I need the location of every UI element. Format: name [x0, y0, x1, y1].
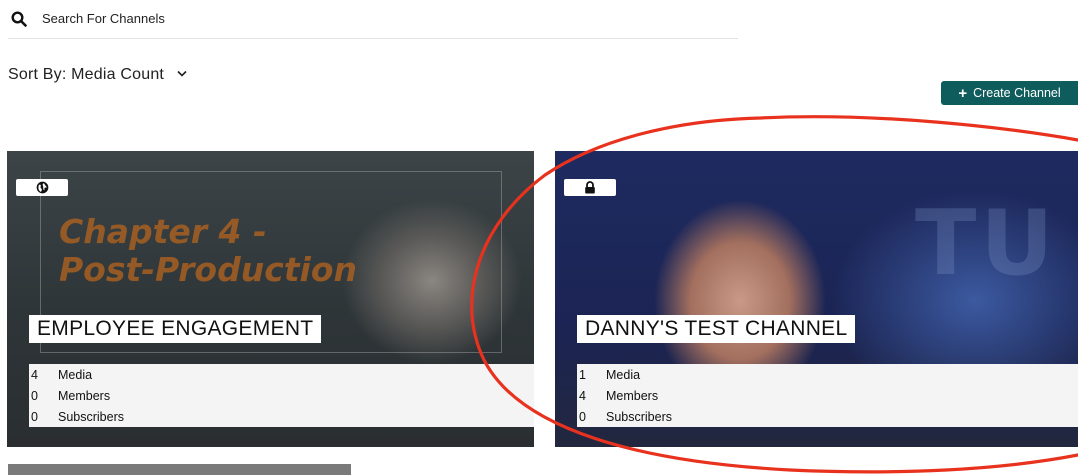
- channel-stats: 4 Media 0 Members 0 Subscribers: [29, 364, 534, 427]
- stat-count: 0: [31, 389, 38, 403]
- stat-count: 4: [579, 389, 586, 403]
- stat-media: 4 Media: [29, 364, 534, 385]
- stat-count: 0: [31, 410, 38, 424]
- stat-label: Media: [58, 368, 93, 382]
- channel-card[interactable]: TU DANNY'S TEST CHANNEL 1 Media 4 Member…: [555, 151, 1078, 447]
- plus-icon: +: [958, 84, 968, 102]
- stat-label: Members: [606, 389, 659, 403]
- stat-media: 1 Media: [577, 364, 1078, 385]
- stat-members: 0 Members: [29, 385, 534, 406]
- channel-stats: 1 Media 4 Members 0 Subscribers: [577, 364, 1078, 427]
- stat-count: 1: [579, 368, 586, 382]
- stat-members: 4 Members: [577, 385, 1078, 406]
- stat-subscribers: 0 Subscribers: [29, 406, 534, 427]
- thumbnail-backdrop: TU: [915, 191, 1058, 296]
- lock-icon: [585, 181, 595, 194]
- sort-label: Sort By: Media Count: [8, 66, 165, 83]
- stat-label: Media: [606, 368, 641, 382]
- sort-dropdown[interactable]: Sort By: Media Count: [8, 66, 187, 84]
- stat-label: Subscribers: [58, 410, 124, 424]
- create-channel-label: Create Channel: [973, 86, 1061, 100]
- channel-title[interactable]: EMPLOYEE ENGAGEMENT: [29, 315, 322, 343]
- channel-card-partial[interactable]: [8, 464, 351, 475]
- chevron-down-icon: [177, 70, 187, 77]
- channel-card[interactable]: Chapter 4 - Post-Production EMPLOYEE ENG…: [7, 151, 534, 447]
- stat-count: 4: [31, 368, 38, 382]
- channel-title[interactable]: DANNY'S TEST CHANNEL: [577, 315, 856, 343]
- stat-count: 0: [579, 410, 586, 424]
- search-bar: [8, 0, 738, 39]
- create-channel-button[interactable]: + Create Channel: [941, 81, 1078, 105]
- thumbnail-text: Chapter 4 - Post-Production: [59, 212, 358, 289]
- privacy-badge: [16, 179, 68, 196]
- search-input[interactable]: [42, 8, 642, 28]
- globe-icon: [36, 181, 48, 194]
- stat-label: Members: [58, 389, 111, 403]
- privacy-badge: [564, 179, 616, 196]
- search-icon[interactable]: [11, 11, 27, 27]
- stat-subscribers: 0 Subscribers: [577, 406, 1078, 427]
- stat-label: Subscribers: [606, 410, 672, 424]
